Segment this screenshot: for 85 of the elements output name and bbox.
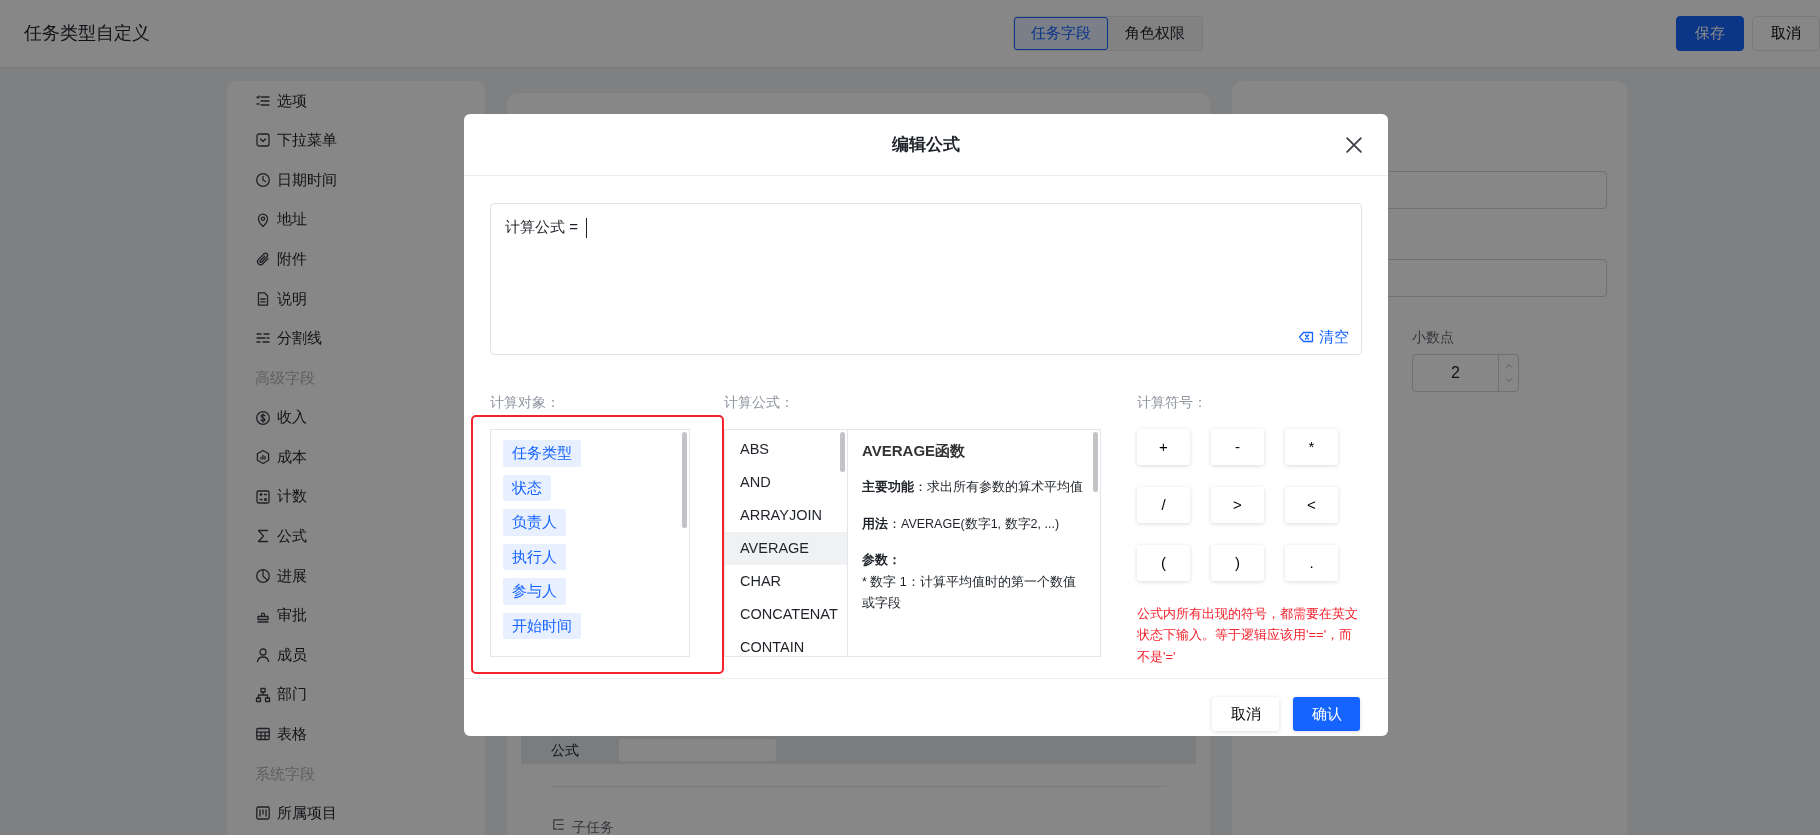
org-chart-icon [255,686,271,703]
chevron-up-icon [1503,361,1514,371]
symbol-key[interactable]: ( [1137,545,1190,581]
function-item[interactable]: ARRAYJOIN [725,499,847,532]
function-item[interactable]: ABS [725,433,847,466]
field-type-item[interactable]: 地址 [255,199,485,240]
scrollbar[interactable] [840,432,845,472]
field-tag[interactable]: 负责人 [503,509,566,536]
symbol-key[interactable]: + [1137,429,1190,465]
field-type-item[interactable]: 日期时间 [255,160,485,200]
tab[interactable]: 角色权限 [1108,17,1202,50]
symbol-key[interactable]: - [1211,429,1264,465]
function-item[interactable]: CHAR [725,565,847,598]
text-caret [585,218,588,239]
table-icon [255,726,271,743]
dollar-icon [255,409,271,426]
formula-input[interactable]: 计算公式 = 清空 [490,203,1362,355]
field-type-item[interactable]: 下拉菜单 [255,120,485,161]
field-type-item[interactable]: 成员 [255,635,485,675]
field-type-item[interactable]: 所属项目 [255,793,485,834]
field-type-item[interactable]: 部门 [255,674,485,715]
formula-label: 公式 [551,741,579,760]
help-title: AVERAGE函数 [862,441,967,461]
pie-chart-icon [255,567,271,584]
field-type-item[interactable]: 审批 [255,595,485,636]
function-item[interactable]: AND [725,466,847,499]
field-tag[interactable]: 执行人 [503,543,566,570]
field-type-item[interactable]: 表格 [255,714,485,755]
help-text: 用法：AVERAGE(数字1, 数字2, ...) [862,515,1061,533]
subtask-icon [551,817,566,832]
warning-text: 公式内所有出现的符号，都需要在英文状态下输入。等于逻辑应该用'=='，而不是'=' [1137,605,1359,666]
field-type-item[interactable]: 选项 [255,81,485,121]
field-type-item[interactable]: 进展 [255,556,485,596]
field-type-item[interactable]: 分割线 [255,318,485,359]
document-icon [255,290,271,307]
field-tag[interactable]: 任务类型 [503,440,581,467]
help-heading: 参数： [862,552,902,569]
symbol-key[interactable]: / [1137,487,1190,523]
number-stepper[interactable]: 2 [1412,354,1519,392]
field-tag[interactable]: 参与人 [503,578,566,605]
scrollbar[interactable] [682,432,687,528]
clear-button[interactable]: 清空 [1297,325,1349,348]
decimal-label: 小数点 [1412,328,1455,347]
sigma-icon [255,528,271,545]
symbol-key[interactable]: * [1285,429,1338,465]
field-tag[interactable]: 开始时间 [503,612,581,639]
dropdown-icon [255,132,271,149]
field-type-item[interactable]: 附件 [255,239,485,279]
save-button[interactable]: 保存 [1676,16,1744,51]
cancel-button[interactable]: 取消 [1212,697,1279,731]
confirm-button[interactable]: 确认 [1293,697,1360,731]
help-text: 主要功能：求出所有参数的算术平均值 [862,478,1084,496]
board-icon [255,805,271,822]
pin-icon [255,211,271,228]
symbol-key[interactable]: ) [1211,545,1264,581]
tab[interactable]: 任务字段 [1014,17,1108,50]
person-icon [255,647,271,664]
help-text: * 数字 1：计算平均值时的第一个数值或字段 [862,573,1077,612]
paperclip-icon [255,251,271,268]
list-icon [255,92,271,109]
field-tag[interactable]: 状态 [503,474,551,501]
function-item[interactable]: CONTAIN [725,631,847,656]
symbol-key[interactable]: . [1285,545,1338,581]
field-type-item[interactable]: 说明 [255,278,485,319]
section-label: 计算符号： [1137,393,1208,412]
field-type-item[interactable]: 收入 [255,397,485,438]
field-type-item[interactable]: 计数 [255,476,485,517]
clock-icon [255,172,271,188]
section-label: 计算对象： [490,393,561,412]
function-item[interactable]: CONCATENAT [725,598,847,631]
field-type-item[interactable]: 成本 [255,437,485,477]
chevron-down-icon [1503,375,1514,385]
dialog-title: 编辑公式 [892,133,960,156]
cancel-button[interactable]: 取消 [1752,16,1820,51]
page-title: 任务类型自定义 [24,22,150,45]
hexagon-icon [255,449,271,466]
subtask-label: 子任务 [572,818,614,835]
formula-text: 计算公式 = [505,218,578,235]
calculator-icon [255,488,271,505]
symbol-key[interactable]: < [1285,487,1338,523]
symbol-key[interactable]: > [1211,487,1264,523]
function-item[interactable]: AVERAGE [725,532,847,565]
field-type-item[interactable]: 公式 [255,516,485,557]
section-label: 计算公式： [724,393,795,412]
scrollbar[interactable] [1093,432,1098,492]
